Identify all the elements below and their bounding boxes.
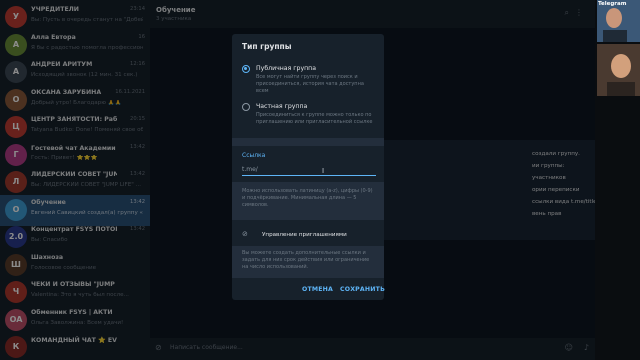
manage-invites-label: Управление приглашениями [262,232,347,238]
section-divider [232,138,384,146]
link-label: Ссылка [242,152,266,159]
telegram-app: У УЧРЕДИТЕЛИ Вы: Пусть в очередь станут на… [0,0,640,360]
link-hint: Можно использовать латиницу (a-z), цифры… [242,188,373,208]
webcam-feed-2 [597,44,640,96]
public-group-label[interactable]: Публичная группа [256,65,316,72]
link-input[interactable]: t.me/ [242,164,376,176]
camera-label: Telegram [598,1,627,7]
text-cursor-icon: I [322,167,325,175]
link-icon: ⊘ [242,230,248,238]
private-group-radio[interactable] [242,103,250,111]
public-group-description: Все могут найти группу через поиск и при… [256,74,364,94]
save-button[interactable]: СОХРАНИТЬ [340,286,385,293]
manage-invites-row[interactable]: ⊘ Управление приглашениями [232,227,384,243]
cancel-button[interactable]: ОТМЕНА [302,286,333,293]
public-group-radio[interactable] [242,65,250,73]
dialog-title: Тип группы [242,42,292,51]
manage-hint: Вы можете создать дополнительные ссылки … [242,250,370,270]
private-group-description: Присоединиться к группе можно только по … [256,112,373,125]
group-type-dialog: Тип группы Публичная группа Все могут на… [232,34,385,300]
person-icon [597,44,640,96]
private-group-label[interactable]: Частная группа [256,103,307,110]
